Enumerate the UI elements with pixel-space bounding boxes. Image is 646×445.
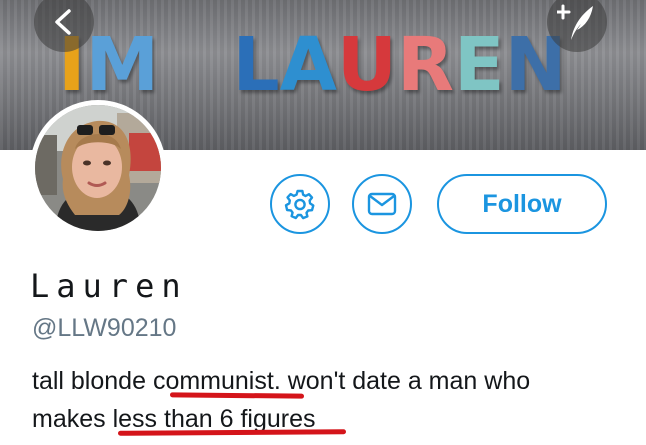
bio-highlight-communist: communist [152, 367, 274, 395]
banner-lettering: IM LAUREN [58, 12, 566, 108]
bio-text: makes [32, 405, 113, 433]
avatar-photo [35, 105, 161, 231]
profile-avatar[interactable] [30, 100, 166, 236]
compose-tweet-icon [557, 4, 593, 40]
follow-button[interactable]: Follow [437, 174, 607, 234]
display-name: Lauren [30, 267, 188, 305]
banner-letter: R [397, 22, 454, 108]
banner-letter: L [232, 22, 279, 108]
envelope-icon [367, 192, 397, 216]
banner-letter: M [85, 22, 160, 108]
profile-bio: tall blonde communist. won't date a man … [32, 362, 632, 438]
back-arrow-icon [55, 9, 71, 35]
banner-letter: E [454, 22, 505, 108]
gear-icon [284, 189, 315, 220]
settings-button[interactable] [270, 174, 330, 234]
banner-letter: U [336, 22, 397, 108]
bio-text: . won't date a man who [273, 367, 531, 395]
message-button[interactable] [352, 174, 412, 234]
banner-letter [159, 28, 230, 102]
profile-handle[interactable]: @LLW90210 [32, 316, 176, 341]
banner-letter: A [279, 22, 337, 108]
bio-text: tall blonde [32, 367, 153, 395]
